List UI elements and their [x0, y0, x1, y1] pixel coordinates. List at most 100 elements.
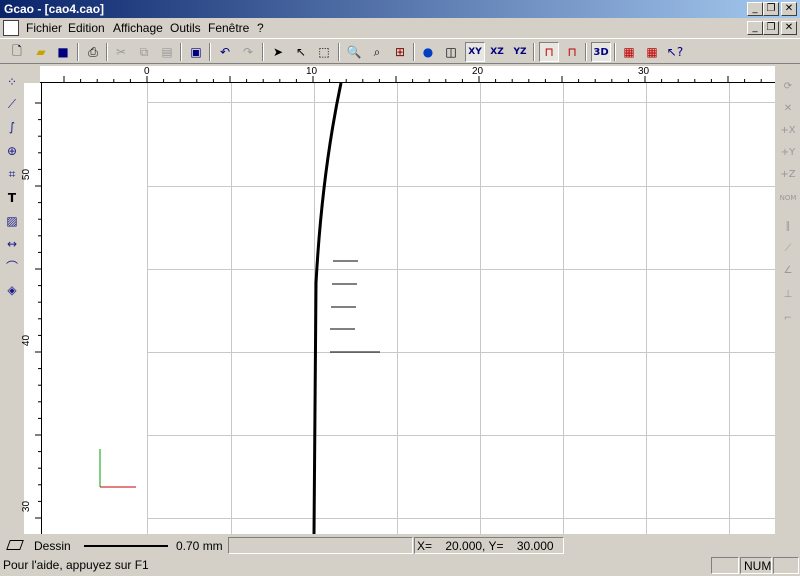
rectangle-icon: ⌗	[8, 166, 16, 181]
copy-button[interactable]: ⧉	[134, 42, 154, 62]
rotate-icon: ⟳	[783, 80, 793, 92]
frame-icon: ▦	[623, 45, 635, 59]
line-width-value[interactable]: 0.70 mm	[176, 539, 223, 553]
tangent-tool[interactable]: ⟋	[778, 238, 798, 258]
snap-point-button[interactable]: ⊓	[562, 42, 582, 62]
frame-button[interactable]: ▦	[619, 42, 639, 62]
view-xy-button[interactable]: XY	[465, 42, 485, 62]
axis-y-tool[interactable]: +Y	[778, 142, 798, 162]
rectangle-tool[interactable]: ⌗	[2, 164, 22, 184]
yz-icon: YZ	[513, 47, 527, 57]
zoom-dynamic-button[interactable]: ⌕	[367, 42, 387, 62]
undo-button[interactable]: ↶	[215, 42, 235, 62]
vruler-label-40: 40	[21, 334, 33, 347]
select-curve-button[interactable]: ↖	[291, 42, 311, 62]
menu-fenetre[interactable]: Fenêtre	[208, 21, 249, 35]
status-properties-bar: Dessin 0.70 mm X= 20.000, Y= 30.000	[0, 536, 800, 556]
angle-tool[interactable]: ∠	[778, 260, 798, 280]
folder-icon: ▰	[36, 45, 46, 59]
floppy-icon: ■	[57, 45, 69, 59]
new-file-button[interactable]: 🗋	[7, 42, 27, 62]
paste-button[interactable]: ▤	[157, 42, 177, 62]
menu-edition[interactable]: Edition	[68, 21, 105, 35]
maximize-button[interactable]: ❐	[763, 2, 779, 16]
doc-close-button[interactable]: ✕	[781, 21, 797, 35]
window-title: Gcao - [cao4.cao]	[4, 2, 105, 16]
select-window-button[interactable]: ⬚	[314, 42, 334, 62]
status-pane-empty	[228, 537, 413, 554]
box-view-button[interactable]: ◫	[441, 42, 461, 62]
bend-tool[interactable]: ⌐	[778, 308, 798, 328]
line-width-sample	[84, 545, 168, 547]
axis-x-tool[interactable]: +X	[778, 120, 798, 140]
num-lock-indicator: NUM	[744, 559, 772, 573]
save-button[interactable]: ■	[53, 42, 73, 62]
arrow-cursor-icon: ➤	[272, 45, 284, 59]
grid	[147, 83, 775, 534]
nom-tool[interactable]: NOM	[778, 188, 798, 208]
frame-3d-button[interactable]: ▦	[642, 42, 662, 62]
zoom-extents-button[interactable]: ⊞	[390, 42, 410, 62]
cut-button[interactable]: ✂	[111, 42, 131, 62]
drawing-svg[interactable]	[42, 83, 775, 534]
zoom-window-button[interactable]: 🔍	[344, 42, 364, 62]
drawing-canvas[interactable]	[42, 83, 775, 534]
snap-grid-button[interactable]: ⊓	[539, 42, 559, 62]
status-bar: Pour l'aide, appuyez sur F1 NUM	[0, 556, 800, 576]
view-3d-button[interactable]: 3D	[591, 42, 611, 62]
points-icon: ⁘	[6, 75, 18, 89]
text-tool[interactable]: T	[2, 188, 22, 208]
toolbar-separator	[180, 43, 182, 61]
menu-outils[interactable]: Outils	[170, 21, 201, 35]
axis-z-icon: +Z	[780, 168, 796, 180]
text-icon: T	[7, 191, 17, 205]
context-help-button[interactable]: ↖?	[665, 42, 685, 62]
rotate-tool[interactable]: ⟳	[778, 76, 798, 96]
polyline-tool[interactable]: ⟋	[2, 94, 22, 114]
point-tool[interactable]: ⁘	[2, 72, 22, 92]
doc-restore-button[interactable]: ❐	[763, 21, 779, 35]
doc-minimize-button[interactable]: _	[747, 21, 763, 35]
document-icon[interactable]	[3, 20, 19, 36]
redo-button[interactable]: ↷	[238, 42, 258, 62]
sphere-icon: ●	[422, 45, 434, 59]
mirror-tool[interactable]: ✕	[778, 98, 798, 118]
toolbar-separator	[209, 43, 211, 61]
close-button[interactable]: ✕	[781, 2, 797, 16]
print-button[interactable]: ⎙	[83, 42, 103, 62]
render-button[interactable]: ●	[418, 42, 438, 62]
undo-icon: ↶	[219, 45, 231, 59]
dimension-tool[interactable]: ↔	[2, 234, 22, 254]
toolbar-separator	[106, 43, 108, 61]
mirror-icon: ✕	[783, 102, 793, 114]
hruler-label-30: 30	[638, 66, 650, 77]
properties-button[interactable]: ▣	[186, 42, 206, 62]
curve-shape[interactable]	[312, 83, 343, 534]
horizontal-ruler-ticks	[63, 76, 762, 83]
perpendicular-tool[interactable]: ⊥	[778, 284, 798, 304]
menu-fichier[interactable]: Fichier	[26, 21, 62, 35]
circle-tool[interactable]: ⊕	[2, 141, 22, 161]
zoom-dynamic-icon: ⌕	[373, 44, 381, 59]
menu-affichage[interactable]: Affichage	[113, 21, 163, 35]
polyline-icon: ⟋	[7, 96, 17, 111]
arc-dimension-tool[interactable]: ⌒	[2, 256, 22, 276]
title-bar: Gcao - [cao4.cao] _ ❐ ✕	[0, 0, 800, 18]
open-button[interactable]: ▰	[31, 42, 51, 62]
select-window-icon: ⬚	[318, 45, 330, 59]
view-yz-button[interactable]: YZ	[510, 42, 530, 62]
curve-tool[interactable]: ∫	[2, 117, 22, 137]
axis-y-icon: +Y	[780, 146, 796, 158]
axis-z-tool[interactable]: +Z	[778, 164, 798, 184]
menu-help[interactable]: ?	[257, 21, 264, 35]
select-button[interactable]: ➤	[268, 42, 288, 62]
hatch-tool[interactable]: ▨	[2, 211, 22, 231]
symbol-tool[interactable]: ◈	[2, 280, 22, 300]
layer-name[interactable]: Dessin	[34, 539, 71, 553]
parallel-tool[interactable]: ∥	[778, 216, 798, 236]
bend-icon: ⌐	[783, 312, 793, 324]
view-xz-button[interactable]: XZ	[487, 42, 507, 62]
toolbar-separator	[413, 43, 415, 61]
vertical-ruler: 50 40 30	[21, 83, 42, 534]
minimize-button[interactable]: _	[747, 2, 763, 16]
